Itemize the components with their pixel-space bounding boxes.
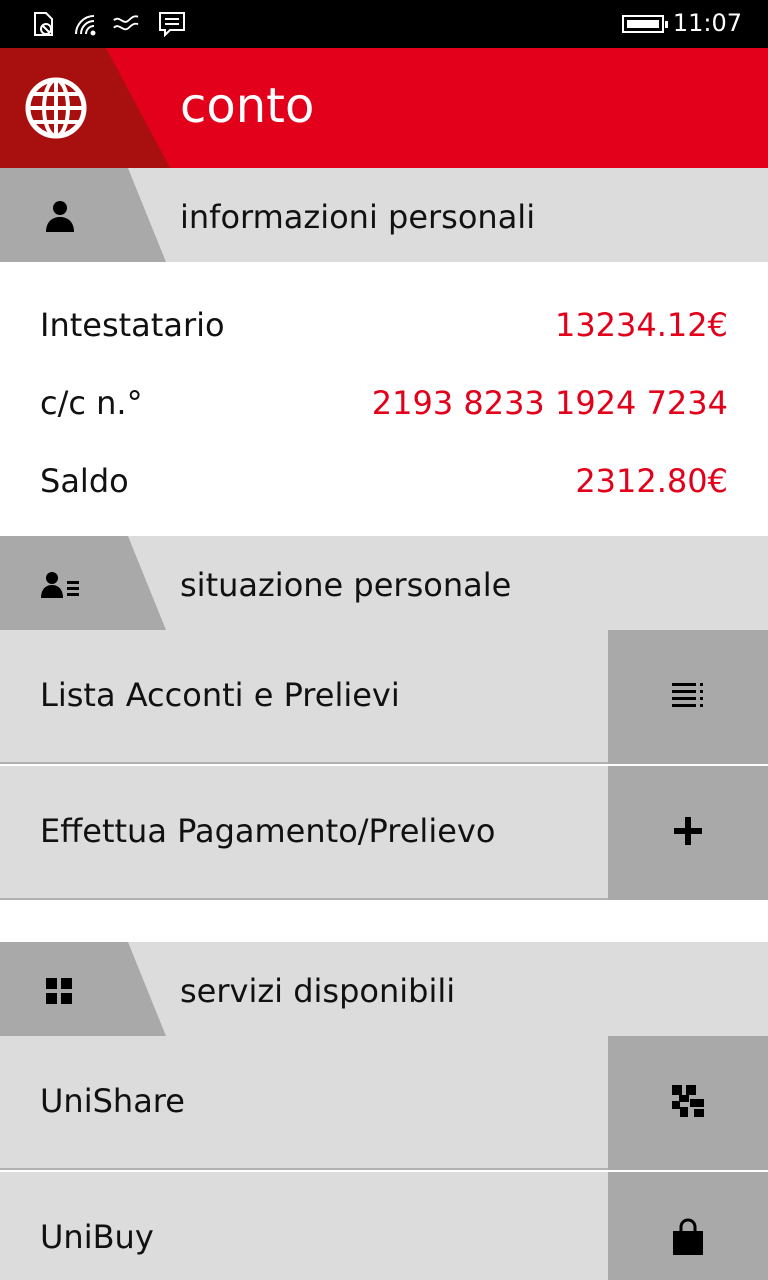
sim-icon [30,10,58,38]
list-item-label: UniShare [40,1082,185,1120]
qr-icon [670,1083,706,1123]
app-header: conto [0,48,768,168]
info-row-intestatario: Intestatario 13234.12€ [40,306,728,356]
message-icon [158,10,186,38]
section-header-personal-info: informazioni personali [0,168,768,262]
info-value: 13234.12€ [554,306,728,344]
section-header-personal-situation: situazione personale [0,536,768,630]
info-value: 2312.80€ [575,462,728,500]
add-payment-button[interactable] [608,766,768,900]
unishare-button[interactable] [608,1036,768,1170]
person-list-icon [40,564,80,604]
list-icon [670,681,706,713]
info-key: Intestatario [40,306,225,344]
section-tab [0,942,166,1036]
signal-icon [112,10,140,38]
list-item-label: Effettua Pagamento/Prelievo [40,812,496,850]
info-row-saldo: Saldo 2312.80€ [40,462,728,512]
clock: 11:07 [672,9,742,37]
section-title: informazioni personali [180,198,536,236]
plus-icon [672,815,704,851]
person-icon [40,196,80,236]
section-title: servizi disponibili [180,972,456,1010]
unibuy-button[interactable] [608,1172,768,1280]
list-item-unibuy[interactable]: UniBuy [0,1172,768,1280]
list-item-label: UniBuy [40,1218,154,1256]
list-item-effettua-pagamento[interactable]: Effettua Pagamento/Prelievo [0,766,768,900]
status-bar: 11:07 [0,0,768,48]
list-item-label: Lista Acconti e Prelievi [40,676,400,714]
globe-icon[interactable] [24,76,88,140]
info-key: c/c n.° [40,384,143,422]
wifi-icon [72,10,100,38]
battery-icon [622,15,668,33]
info-row-account-number: c/c n.° 2193 8233 1924 7234 [40,384,728,434]
list-button[interactable] [608,630,768,764]
info-value: 2193 8233 1924 7234 [371,384,728,422]
page-title: conto [180,78,315,134]
info-key: Saldo [40,462,129,500]
list-item-lista-acconti[interactable]: Lista Acconti e Prelievi [0,630,768,764]
list-item-unishare[interactable]: UniShare [0,1036,768,1170]
shopping-bag-icon [670,1217,706,1261]
grid-icon [40,970,80,1010]
section-tab [0,168,166,262]
section-title: situazione personale [180,566,512,604]
section-header-services: servizi disponibili [0,942,768,1036]
